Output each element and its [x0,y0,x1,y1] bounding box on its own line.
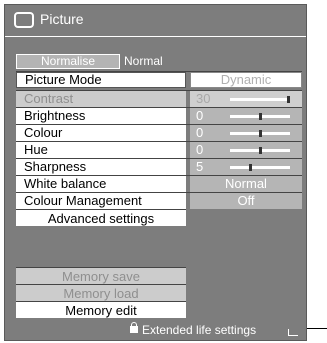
extended-life-settings-item[interactable]: Extended life settings [5,322,306,340]
hue-row[interactable]: Hue 0 [16,141,302,158]
memory-load-button[interactable]: Memory load [16,284,186,301]
brightness-row[interactable]: Brightness 0 [16,107,302,124]
brightness-value: 0 [196,108,204,123]
menu-title: Picture [40,11,84,27]
lock-icon [130,322,138,333]
contrast-label: Contrast [16,91,186,107]
advanced-settings-button[interactable]: Advanced settings [16,209,186,226]
hue-label: Hue [16,142,186,158]
contrast-slider-knob[interactable] [286,96,290,103]
brightness-label: Brightness [16,108,186,124]
picture-icon [14,12,34,28]
white-balance-row[interactable]: White balance Normal [16,175,302,192]
contrast-value: 30 [196,91,211,106]
extended-life-settings-label: Extended life settings [142,323,257,337]
sharpness-row[interactable]: Sharpness 5 [16,158,302,175]
return-arrow-icon [288,329,298,336]
sharpness-value: 5 [196,159,204,174]
picture-mode-value[interactable]: Dynamic [190,72,302,88]
colour-label: Colour [16,125,186,141]
colour-slider[interactable] [230,130,290,137]
sharpness-slider-knob[interactable] [248,164,252,171]
sharpness-value-cell[interactable]: 5 [190,159,302,175]
colour-management-value[interactable]: Off [190,193,302,209]
memory-save-button[interactable]: Memory save [16,267,186,284]
white-balance-value[interactable]: Normal [190,176,302,192]
colour-value: 0 [196,125,204,140]
callout-line [307,328,327,329]
contrast-value-cell[interactable]: 30 [190,91,302,107]
title-bar: Picture [5,5,306,37]
brightness-value-cell[interactable]: 0 [190,108,302,124]
picture-menu-panel: Picture Normalise Normal Picture Mode Dy… [4,4,307,341]
brightness-slider[interactable] [230,113,290,120]
colour-value-cell[interactable]: 0 [190,125,302,141]
hue-slider-knob[interactable] [259,147,262,154]
hue-slider[interactable] [230,147,290,154]
brightness-slider-knob[interactable] [259,113,262,120]
contrast-slider[interactable] [230,96,290,103]
colour-slider-knob[interactable] [259,130,262,137]
colour-management-label: Colour Management [16,193,186,209]
sharpness-slider[interactable] [230,164,290,171]
normalise-value: Normal [124,54,163,68]
contrast-row[interactable]: Contrast 30 [16,90,302,107]
picture-mode-row[interactable]: Picture Mode Dynamic [16,71,302,88]
memory-edit-button[interactable]: Memory edit [16,301,186,318]
colour-management-row[interactable]: Colour Management Off [16,192,302,209]
normalise-button[interactable]: Normalise [16,54,120,69]
sharpness-label: Sharpness [16,159,186,175]
picture-mode-label: Picture Mode [16,72,186,88]
white-balance-label: White balance [16,176,186,192]
colour-row[interactable]: Colour 0 [16,124,302,141]
hue-value: 0 [196,142,204,157]
hue-value-cell[interactable]: 0 [190,142,302,158]
